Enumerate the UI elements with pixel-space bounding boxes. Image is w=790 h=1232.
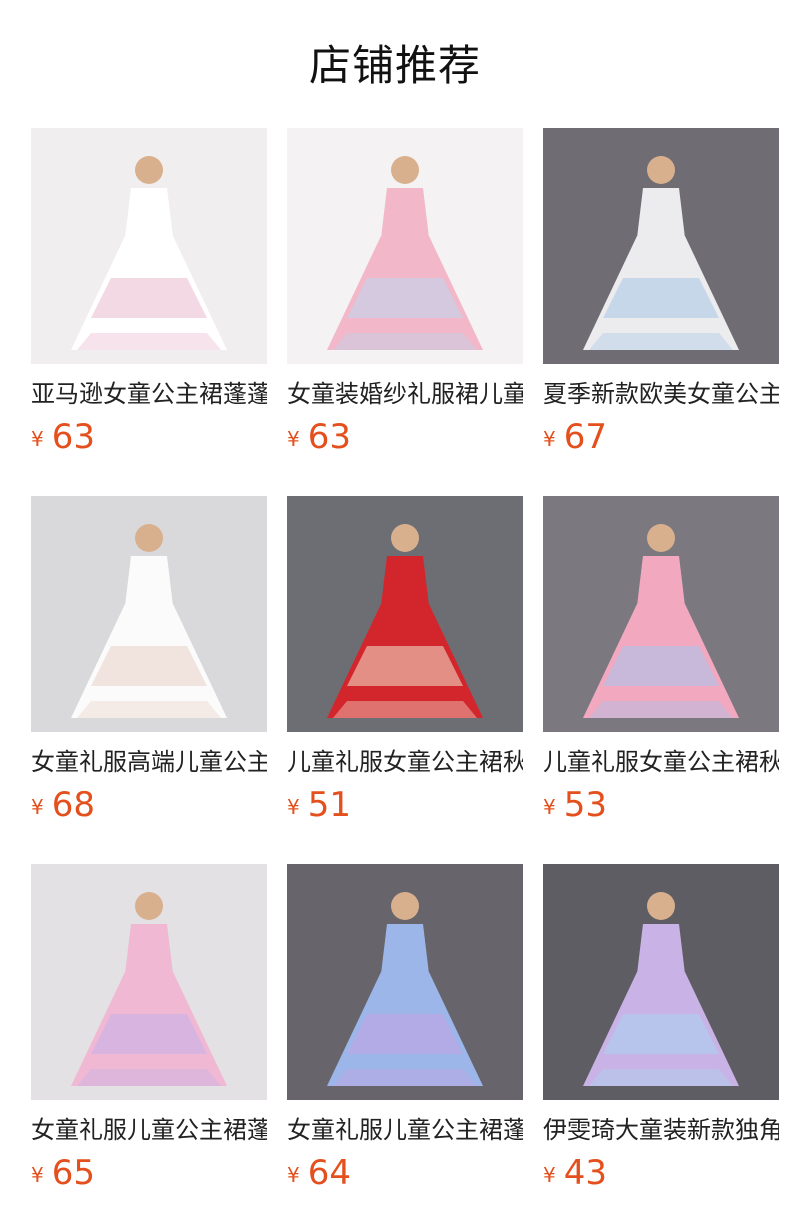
product-name[interactable]: 女童礼服高端儿童公主 (31, 746, 267, 778)
product-name[interactable]: 儿童礼服女童公主裙秋 (287, 746, 523, 778)
product-price: ¥64 (287, 1152, 523, 1200)
product-name[interactable]: 儿童礼服女童公主裙秋 (543, 746, 779, 778)
product-card[interactable]: 女童礼服儿童公主裙蓬 ¥65 (31, 864, 267, 1232)
price-value: 65 (51, 1153, 95, 1193)
product-name[interactable]: 女童礼服儿童公主裙蓬 (31, 1114, 267, 1146)
product-card[interactable]: 儿童礼服女童公主裙秋 ¥51 (287, 496, 523, 864)
currency-symbol: ¥ (31, 1163, 44, 1187)
product-price: ¥65 (31, 1152, 267, 1200)
price-value: 68 (51, 785, 95, 825)
product-card[interactable]: 亚马逊女童公主裙蓬蓬 ¥63 (31, 128, 267, 496)
product-name[interactable]: 夏季新款欧美女童公主 (543, 378, 779, 410)
price-value: 43 (563, 1153, 607, 1193)
three-unicorn-dresses-photo[interactable] (543, 864, 779, 1100)
currency-symbol: ¥ (31, 795, 44, 819)
price-value: 67 (563, 417, 607, 457)
product-price: ¥68 (31, 784, 267, 832)
product-card[interactable]: 女童礼服儿童公主裙蓬 ¥64 (287, 864, 523, 1232)
product-name[interactable]: 女童礼服儿童公主裙蓬 (287, 1114, 523, 1146)
price-value: 64 (307, 1153, 351, 1193)
currency-symbol: ¥ (543, 795, 556, 819)
currency-symbol: ¥ (287, 427, 300, 451)
product-price: ¥63 (287, 416, 523, 464)
product-price: ¥43 (543, 1152, 779, 1200)
rainbow-gown-photo[interactable] (287, 128, 523, 364)
product-price: ¥67 (543, 416, 779, 464)
product-name[interactable]: 亚马逊女童公主裙蓬蓬 (31, 378, 267, 410)
currency-symbol: ¥ (287, 1163, 300, 1187)
currency-symbol: ¥ (543, 1163, 556, 1187)
product-card[interactable]: 女童礼服高端儿童公主 ¥68 (31, 496, 267, 864)
recommendation-page: 店铺推荐 亚马逊女童公主裙蓬蓬 ¥63 女童装婚纱礼服裙儿童 ¥63 夏季新款欧… (0, 0, 790, 1232)
product-price: ¥53 (543, 784, 779, 832)
price-value: 63 (307, 417, 351, 457)
blue-purple-gown-photo[interactable] (287, 864, 523, 1100)
currency-symbol: ¥ (287, 795, 300, 819)
currency-symbol: ¥ (31, 427, 44, 451)
product-card[interactable]: 女童装婚纱礼服裙儿童 ¥63 (287, 128, 523, 496)
currency-symbol: ¥ (543, 427, 556, 451)
product-name[interactable]: 伊雯琦大童装新款独角 (543, 1114, 779, 1146)
white-mannequin-gown-photo[interactable] (543, 128, 779, 364)
product-price: ¥63 (31, 416, 267, 464)
product-card[interactable]: 伊雯琦大童装新款独角 ¥43 (543, 864, 779, 1232)
price-value: 51 (307, 785, 351, 825)
pink-butterfly-gown-photo[interactable] (31, 864, 267, 1100)
section-title: 店铺推荐 (308, 41, 481, 90)
red-dress-photo[interactable] (287, 496, 523, 732)
product-grid: 亚马逊女童公主裙蓬蓬 ¥63 女童装婚纱礼服裙儿童 ¥63 夏季新款欧美女童公主… (31, 128, 779, 1232)
product-card[interactable]: 儿童礼服女童公主裙秋 ¥53 (543, 496, 779, 864)
white-gown-photo[interactable] (31, 128, 267, 364)
price-value: 63 (51, 417, 95, 457)
product-name[interactable]: 女童装婚纱礼服裙儿童 (287, 378, 523, 410)
price-value: 53 (563, 785, 607, 825)
product-price: ¥51 (287, 784, 523, 832)
product-card[interactable]: 夏季新款欧美女童公主 ¥67 (543, 128, 779, 496)
tiered-white-gown-photo[interactable] (31, 496, 267, 732)
unicorn-rainbow-gown-photo[interactable] (543, 496, 779, 732)
